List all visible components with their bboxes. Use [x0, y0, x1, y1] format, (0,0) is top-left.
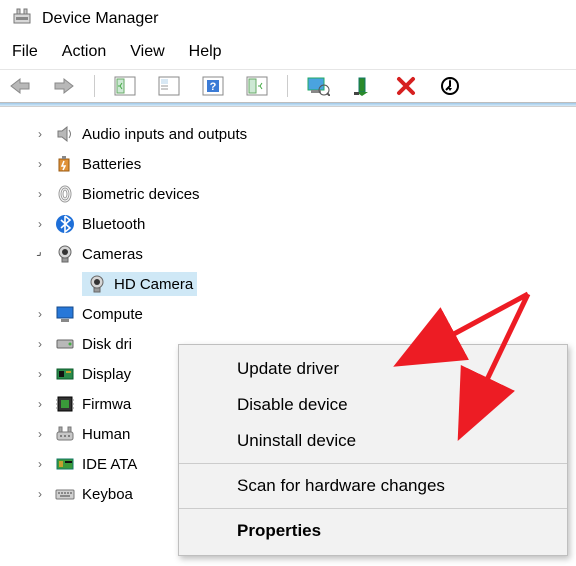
update-driver-button[interactable]: [304, 74, 332, 98]
tree-item-label: Audio inputs and outputs: [82, 126, 247, 143]
context-menu-update-driver[interactable]: Update driver: [179, 351, 567, 387]
menu-help[interactable]: Help: [189, 43, 222, 61]
context-menu-separator: [179, 463, 567, 464]
firmware-icon: [54, 393, 76, 415]
toolbar: ?: [0, 69, 576, 103]
tree-item-bluetooth[interactable]: › Bluetooth: [32, 209, 568, 239]
context-menu-separator: [179, 508, 567, 509]
back-button[interactable]: [6, 74, 34, 98]
chevron-right-icon[interactable]: ›: [32, 187, 48, 201]
tree-item-label: Biometric devices: [82, 186, 200, 203]
tree-item-computers[interactable]: › Compute: [32, 299, 568, 329]
context-menu: Update driver Disable device Uninstall d…: [178, 344, 568, 556]
forward-button[interactable]: [50, 74, 78, 98]
chevron-right-icon[interactable]: ›: [32, 367, 48, 381]
scan-button[interactable]: [243, 74, 271, 98]
disable-button[interactable]: [392, 74, 420, 98]
tree-item-label: Bluetooth: [82, 216, 145, 233]
chevron-right-icon[interactable]: ›: [32, 127, 48, 141]
battery-icon: [54, 153, 76, 175]
bluetooth-icon: [54, 213, 76, 235]
window-title: Device Manager: [42, 10, 159, 28]
tree-item-label: Human: [82, 426, 130, 443]
menu-view[interactable]: View: [130, 43, 164, 61]
menu-file[interactable]: File: [12, 43, 38, 61]
context-menu-properties[interactable]: Properties: [179, 513, 567, 549]
fingerprint-icon: [54, 183, 76, 205]
tree-item-label: Cameras: [82, 246, 143, 263]
display-adapter-icon: [54, 363, 76, 385]
tree-item-label: Firmwa: [82, 396, 131, 413]
chevron-right-icon[interactable]: ›: [32, 307, 48, 321]
chevron-right-icon[interactable]: ›: [32, 157, 48, 171]
camera-icon: [86, 273, 108, 295]
tree-item-label: Keyboa: [82, 486, 133, 503]
ide-icon: [54, 453, 76, 475]
svg-text:?: ?: [210, 81, 217, 93]
device-manager-icon: [12, 6, 32, 31]
menubar: File Action View Help: [0, 37, 576, 69]
speaker-icon: [54, 123, 76, 145]
properties-button[interactable]: [436, 74, 464, 98]
tree-item-label: HD Camera: [114, 276, 193, 293]
camera-icon: [54, 243, 76, 265]
context-menu-uninstall-device[interactable]: Uninstall device: [179, 423, 567, 459]
chevron-right-icon[interactable]: ›: [32, 457, 48, 471]
tree-item-batteries[interactable]: › Batteries: [32, 149, 568, 179]
tree-item-hd-camera[interactable]: HD Camera: [60, 269, 568, 299]
uninstall-button[interactable]: [348, 74, 376, 98]
context-menu-disable-device[interactable]: Disable device: [179, 387, 567, 423]
show-hidden-button[interactable]: [111, 74, 139, 98]
chevron-right-icon[interactable]: ›: [32, 487, 48, 501]
menu-action[interactable]: Action: [62, 43, 106, 61]
tree-item-audio[interactable]: › Audio inputs and outputs: [32, 119, 568, 149]
chevron-down-icon[interactable]: ›: [29, 243, 50, 264]
keyboard-icon: [54, 483, 76, 505]
help-button[interactable]: ?: [199, 74, 227, 98]
chevron-right-icon[interactable]: ›: [32, 427, 48, 441]
chevron-right-icon[interactable]: ›: [32, 397, 48, 411]
tree-item-label: Compute: [82, 306, 143, 323]
monitor-icon: [54, 303, 76, 325]
titlebar: Device Manager: [0, 0, 576, 37]
hid-icon: [54, 423, 76, 445]
tree-item-label: Display: [82, 366, 131, 383]
chevron-right-icon[interactable]: ›: [32, 337, 48, 351]
tree-item-biometric[interactable]: › Biometric devices: [32, 179, 568, 209]
tree-item-label: Batteries: [82, 156, 141, 173]
tree-item-label: Disk dri: [82, 336, 132, 353]
disk-icon: [54, 333, 76, 355]
context-menu-scan-hardware[interactable]: Scan for hardware changes: [179, 468, 567, 504]
tree-item-label: IDE ATA: [82, 456, 137, 473]
chevron-right-icon[interactable]: ›: [32, 217, 48, 231]
tree-item-cameras[interactable]: › Cameras: [32, 239, 568, 269]
action-button[interactable]: [155, 74, 183, 98]
